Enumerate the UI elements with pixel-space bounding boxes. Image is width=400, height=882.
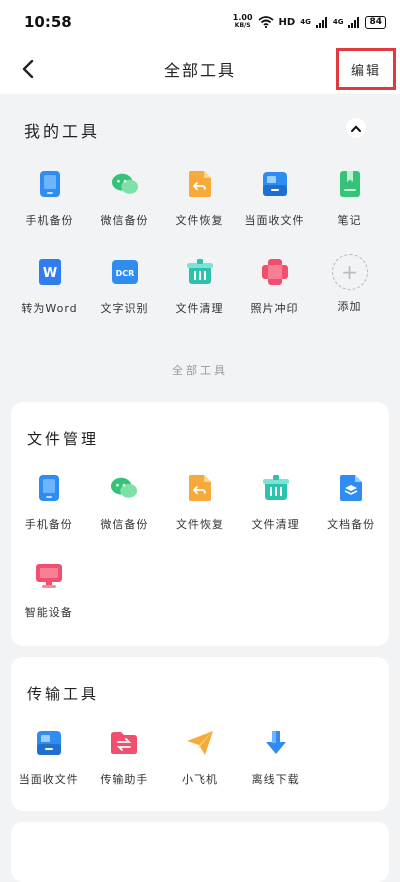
file-clean-icon (262, 474, 290, 502)
notes-icon (336, 170, 364, 198)
tool-label: 笔记 (337, 214, 362, 227)
collapse-button[interactable] (346, 118, 366, 138)
tool-label: 文件清理 (251, 518, 300, 531)
tool-label: 照片冲印 (250, 302, 299, 315)
paper-plane-icon (186, 729, 214, 757)
transfer-tools-title: 传输工具 (27, 685, 100, 703)
tool-offline-download[interactable]: 离线下载 (238, 727, 314, 815)
tool-label: 手机备份 (25, 214, 74, 227)
signal-1-icon (315, 16, 327, 28)
file-management-grid: 手机备份 微信备份 文件恢复 文件清理 文档备份 智能设备 (11, 472, 389, 648)
tool-label: 传输助手 (100, 773, 149, 786)
tool-paper-plane[interactable]: 小飞机 (162, 727, 238, 815)
tool-phone-backup[interactable]: 手机备份 (12, 168, 87, 256)
tool-label: 智能设备 (24, 606, 73, 619)
tool-file-restore[interactable]: 文件恢复 (162, 472, 238, 560)
transfer-assistant-icon (110, 729, 138, 757)
tool-label: 文件恢复 (175, 214, 224, 227)
file-management-card: 文件管理 手机备份 微信备份 文件恢复 文件清理 文档备份 智能设备 (11, 402, 389, 646)
doc-backup-icon (337, 474, 365, 502)
tool-label: 转为Word (21, 302, 78, 315)
network-speed: 1.00 KB/S (233, 14, 253, 30)
tool-file-restore[interactable]: 文件恢复 (162, 168, 237, 256)
photo-print-icon (261, 258, 289, 286)
file-clean-icon (186, 258, 214, 286)
chevron-left-icon (22, 60, 34, 78)
add-icon[interactable]: + (331, 254, 368, 290)
tool-label: 微信备份 (100, 518, 149, 531)
my-tools-grid: 手机备份 微信备份 文件恢复 当面收文件 笔记 W 转为Word DCR 文字识… (12, 168, 388, 344)
tool-label: 当面收文件 (18, 773, 79, 786)
phone-backup-icon (35, 474, 63, 502)
tool-label: 文字识别 (100, 302, 149, 315)
tool-receive-file[interactable]: 当面收文件 (237, 168, 312, 256)
status-bar: 10:58 1.00 KB/S HD 4G 4G 84 (0, 0, 400, 44)
tool-label: 文件恢复 (175, 518, 224, 531)
tool-label: 文档备份 (327, 518, 376, 531)
tool-smart-device[interactable]: 智能设备 (11, 560, 87, 648)
transfer-tools-card: 传输工具 当面收文件 传输助手 小飞机 离线下载 (11, 657, 389, 811)
hd-badge: HD (278, 16, 296, 28)
tool-label: 小飞机 (181, 773, 218, 786)
svg-text:W: W (42, 266, 56, 281)
receive-file-icon (35, 729, 63, 757)
signal-2-label: 4G (332, 18, 344, 26)
next-section-card (11, 822, 389, 882)
signal-2-icon (348, 16, 360, 28)
wifi-icon (257, 16, 274, 28)
status-time: 10:58 (24, 13, 72, 31)
tool-wechat-backup[interactable]: 微信备份 (87, 472, 163, 560)
my-tools-title: 我的工具 (24, 122, 101, 141)
tool-label: 微信备份 (100, 214, 149, 227)
edit-button[interactable]: 编辑 (351, 60, 381, 79)
tool-label: 离线下载 (251, 773, 300, 786)
tool-phone-backup[interactable]: 手机备份 (11, 472, 87, 560)
tool-photo-print[interactable]: 照片冲印 (237, 256, 312, 344)
phone-backup-icon (36, 170, 64, 198)
tool-notes[interactable]: 笔记 (312, 168, 387, 256)
file-restore-icon (186, 474, 214, 502)
back-button[interactable] (18, 56, 38, 82)
tool-label: 添加 (337, 300, 362, 313)
nav-bar: 全部工具 编辑 (0, 44, 400, 94)
my-tools-section: 我的工具 手机备份 微信备份 文件恢复 当面收文件 笔记 W 转为Word DC… (0, 96, 400, 346)
chevron-up-icon (351, 124, 361, 132)
offline-download-icon (262, 729, 290, 757)
wechat-backup-icon (110, 474, 138, 502)
network-speed-value: 1.00 (232, 13, 253, 22)
tool-label: 文件清理 (175, 302, 224, 315)
wechat-backup-icon (111, 170, 139, 198)
tool-ocr[interactable]: DCR 文字识别 (87, 256, 162, 344)
tool-transfer-assistant[interactable]: 传输助手 (87, 727, 163, 815)
tool-wechat-backup[interactable]: 微信备份 (87, 168, 162, 256)
tool-doc-backup[interactable]: 文档备份 (313, 472, 389, 560)
tool-label: 当面收文件 (244, 214, 305, 227)
file-management-title: 文件管理 (27, 430, 100, 448)
svg-text:DCR: DCR (115, 269, 134, 278)
status-icons: 1.00 KB/S HD 4G 4G 84 (233, 14, 386, 30)
receive-file-icon (261, 170, 289, 198)
tool-file-clean[interactable]: 文件清理 (238, 472, 314, 560)
ocr-icon: DCR (111, 258, 139, 286)
all-tools-divider: 全部工具 (172, 364, 228, 377)
edit-highlight[interactable]: 编辑 (336, 48, 396, 90)
signal-1-label: 4G (300, 18, 311, 26)
tool-convert-word[interactable]: W 转为Word (12, 256, 87, 344)
file-restore-icon (186, 170, 214, 198)
page-title: 全部工具 (163, 61, 236, 80)
transfer-tools-grid: 当面收文件 传输助手 小飞机 离线下载 (11, 727, 389, 815)
word-icon: W (36, 258, 64, 286)
tool-add[interactable]: + 添加 (312, 254, 387, 344)
tool-receive-file[interactable]: 当面收文件 (11, 727, 87, 815)
tool-file-clean[interactable]: 文件清理 (162, 256, 237, 344)
network-speed-unit: KB/S (234, 22, 251, 29)
smart-device-icon (35, 562, 63, 590)
battery-icon: 84 (365, 15, 386, 29)
tool-label: 手机备份 (24, 518, 73, 531)
